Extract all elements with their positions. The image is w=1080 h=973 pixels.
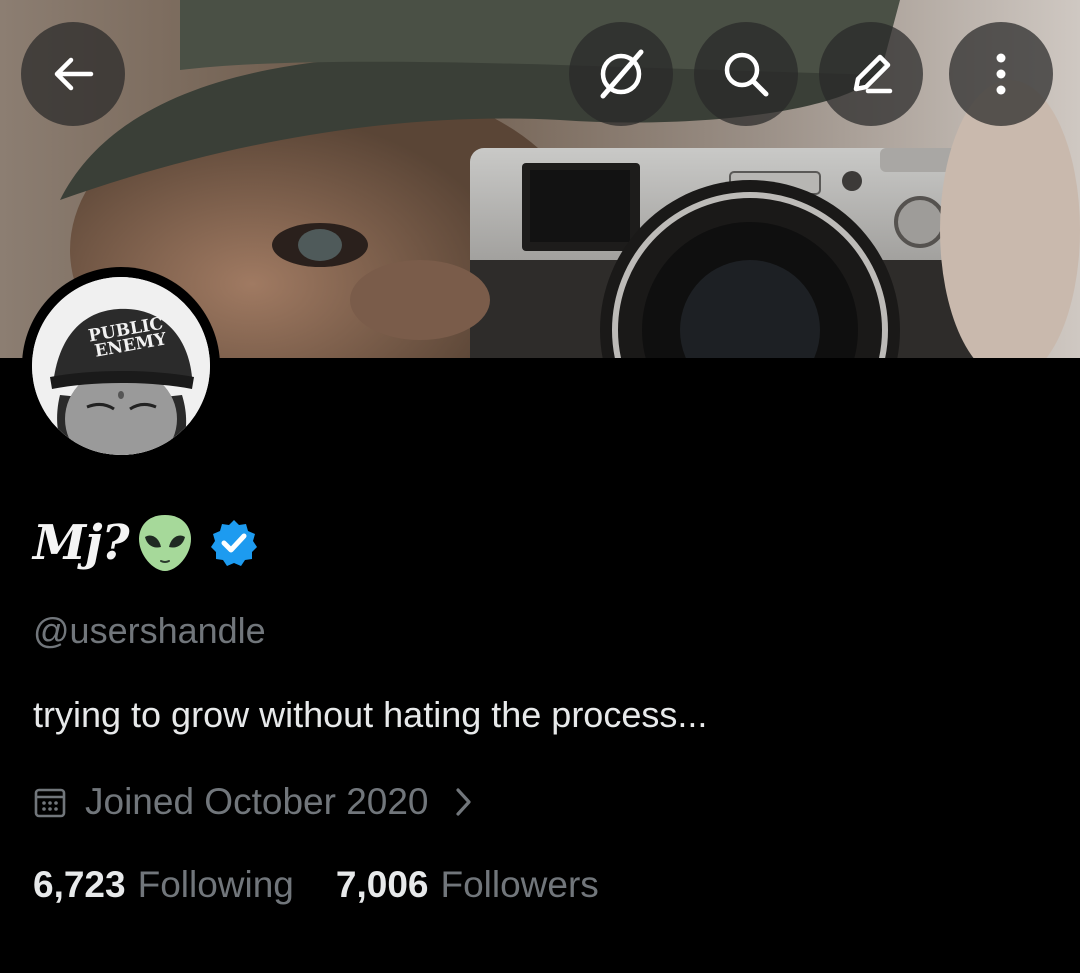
follow-stats: 6,723 Following 7,006 Followers [33,864,599,906]
arrow-left-icon [54,57,94,91]
followers-link[interactable]: 7,006 Followers [336,864,599,906]
back-button[interactable] [21,22,125,126]
following-link[interactable]: 6,723 Following [33,864,294,906]
user-handle: @usershandle [33,610,266,651]
bio: trying to grow without hating the proces… [33,694,708,735]
joined-text: Joined October 2020 [85,781,429,822]
joined-row[interactable]: Joined October 2020 [33,780,475,824]
more-vertical-icon [996,53,1006,95]
avatar-container[interactable]: PUBLIC ENEMY [22,267,220,465]
alien-emoji-icon [138,515,191,571]
more-button[interactable] [949,22,1053,126]
followers-count: 7,006 [335,864,429,905]
calendar-icon [34,788,66,818]
pencil-icon [853,54,893,94]
avatar: PUBLIC ENEMY [32,277,210,455]
search-button[interactable] [694,22,798,126]
avatar-image: PUBLIC ENEMY [32,277,210,455]
followers-label: Followers [440,864,599,905]
display-name: Mj? [33,515,130,571]
edit-button[interactable] [819,22,923,126]
display-name-row: Mj? [33,508,259,578]
following-count: 6,723 [33,864,126,905]
following-label: Following [137,864,294,905]
search-icon [724,52,769,97]
chevron-right-icon [455,788,471,816]
verified-badge-icon[interactable] [209,518,259,568]
grok-icon [600,49,644,99]
grok-button[interactable] [569,22,673,126]
